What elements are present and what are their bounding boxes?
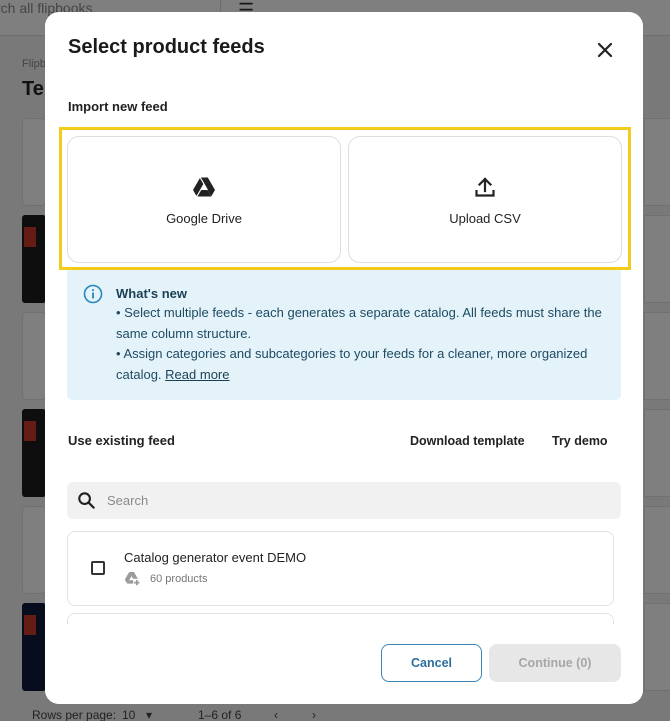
feed-search-box xyxy=(67,482,621,519)
google-drive-button[interactable]: Google Drive xyxy=(67,136,341,263)
info-icon xyxy=(83,284,103,304)
feed-checkbox[interactable] xyxy=(91,561,105,575)
whats-new-line: • Assign categories and subcategories to… xyxy=(116,346,588,361)
try-demo-button[interactable]: Try demo xyxy=(552,434,608,448)
whats-new-last-line: catalog. Read more xyxy=(116,365,229,385)
upload-csv-button[interactable]: Upload CSV xyxy=(348,136,622,263)
import-section-label: Import new feed xyxy=(68,99,168,114)
whats-new-line: same column structure. xyxy=(116,326,252,341)
read-more-link[interactable]: Read more xyxy=(165,367,229,382)
cancel-button[interactable]: Cancel xyxy=(381,644,482,682)
existing-feed-section-label: Use existing feed xyxy=(68,433,175,448)
feed-name: Catalog generator event DEMO xyxy=(124,550,307,565)
select-product-feeds-dialog: Select product feeds Import new feed Goo… xyxy=(45,12,643,704)
feed-search-input[interactable] xyxy=(107,482,607,519)
google-drive-add-icon xyxy=(124,571,140,586)
upload-icon xyxy=(475,177,495,197)
search-icon xyxy=(78,492,95,509)
dialog-title: Select product feeds xyxy=(68,36,265,58)
whats-new-line: catalog. xyxy=(116,367,162,382)
close-icon xyxy=(597,42,613,58)
google-drive-icon xyxy=(193,177,215,197)
close-button[interactable] xyxy=(593,38,617,62)
whats-new-banner: What's new • Select multiple feeds - eac… xyxy=(67,270,621,400)
whats-new-line: • Select multiple feeds - each generates… xyxy=(116,305,602,320)
feed-list-item[interactable]: Catalog generator event DEMO 60 products xyxy=(67,531,614,606)
download-template-button[interactable]: Download template xyxy=(410,434,525,448)
whats-new-title: What's new xyxy=(116,286,187,301)
upload-csv-label: Upload CSV xyxy=(449,211,521,226)
feed-product-count: 60 products xyxy=(150,573,208,585)
google-drive-label: Google Drive xyxy=(166,211,242,226)
continue-button[interactable]: Continue (0) xyxy=(489,644,621,682)
